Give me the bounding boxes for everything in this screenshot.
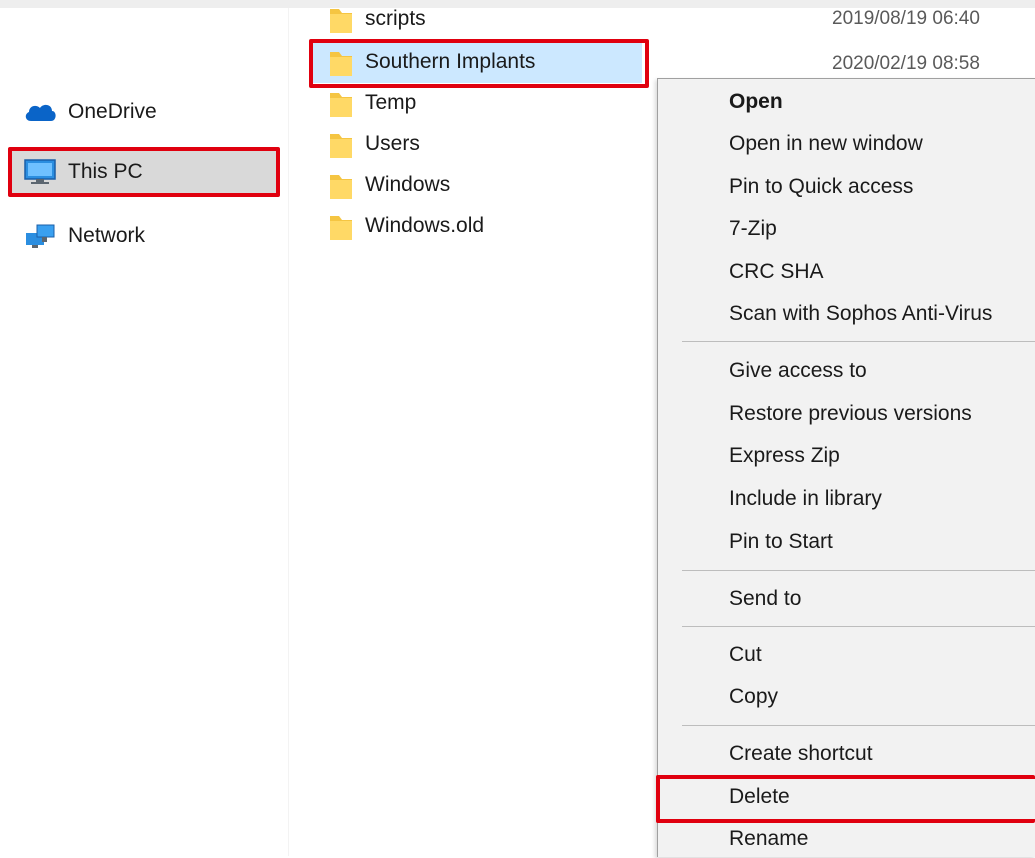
menu-item-label: Open in new window bbox=[729, 132, 923, 155]
menu-item-crc-sha[interactable]: CRC SHA bbox=[658, 251, 1035, 291]
file-name: Windows.old bbox=[365, 214, 485, 237]
menu-item-label: Delete bbox=[729, 785, 790, 808]
file-name: Windows bbox=[365, 173, 451, 196]
folder-icon bbox=[328, 171, 354, 201]
menu-item-label: Send to bbox=[729, 587, 802, 610]
menu-item-label: Copy bbox=[729, 685, 779, 708]
context-menu: Open Open in new window Pin to Quick acc… bbox=[657, 78, 1035, 857]
file-name: Users bbox=[365, 132, 420, 155]
menu-separator bbox=[682, 341, 1035, 342]
menu-separator bbox=[682, 626, 1035, 627]
menu-item-copy[interactable]: Copy bbox=[658, 676, 1035, 716]
menu-item-send-to[interactable]: Send to bbox=[658, 578, 1035, 618]
menu-item-label: Rename bbox=[729, 827, 809, 850]
menu-item-scan-sophos[interactable]: Scan with Sophos Anti-Virus bbox=[658, 293, 1035, 333]
menu-item-express-zip[interactable]: Express Zip bbox=[658, 435, 1035, 475]
menu-item-restore-previous-versions[interactable]: Restore previous versions bbox=[658, 393, 1035, 433]
file-row-windows-old[interactable]: Windows.old bbox=[0, 207, 655, 247]
menu-item-label: Create shortcut bbox=[729, 742, 873, 765]
menu-item-open-in-new-window[interactable]: Open in new window bbox=[658, 123, 1035, 163]
file-name: Temp bbox=[365, 91, 417, 114]
file-name: Southern Implants bbox=[365, 50, 536, 73]
file-row-temp[interactable]: Temp bbox=[0, 84, 655, 124]
menu-item-label: Restore previous versions bbox=[729, 402, 972, 425]
menu-item-include-in-library[interactable]: Include in library bbox=[658, 478, 1035, 518]
menu-item-create-shortcut[interactable]: Create shortcut bbox=[658, 733, 1035, 773]
menu-item-label: Pin to Quick access bbox=[729, 175, 914, 198]
menu-item-rename[interactable]: Rename bbox=[658, 818, 1035, 858]
file-date: 2020/02/19 08:58 bbox=[832, 53, 980, 74]
menu-item-label: Scan with Sophos Anti-Virus bbox=[729, 302, 993, 325]
file-name: scripts bbox=[365, 7, 426, 30]
menu-item-label: Pin to Start bbox=[729, 530, 833, 553]
folder-icon bbox=[328, 130, 354, 160]
menu-item-label: 7-Zip bbox=[729, 217, 777, 240]
folder-icon bbox=[328, 5, 354, 35]
folder-icon bbox=[328, 48, 354, 78]
menu-item-open[interactable]: Open bbox=[658, 81, 1035, 121]
file-row-scripts[interactable]: scripts 2019/08/19 06:40 bbox=[0, 0, 980, 40]
menu-separator bbox=[682, 725, 1035, 726]
menu-item-pin-to-quick-access[interactable]: Pin to Quick access bbox=[658, 166, 1035, 206]
menu-item-label: Include in library bbox=[729, 487, 882, 510]
menu-item-cut[interactable]: Cut bbox=[658, 634, 1035, 674]
file-row-users[interactable]: Users bbox=[0, 125, 655, 165]
menu-item-label: Express Zip bbox=[729, 444, 840, 467]
menu-item-label: Give access to bbox=[729, 359, 867, 382]
menu-item-label: CRC SHA bbox=[729, 260, 824, 283]
menu-item-give-access-to[interactable]: Give access to bbox=[658, 350, 1035, 390]
menu-item-7-zip[interactable]: 7-Zip bbox=[658, 208, 1035, 248]
file-row-southern-implants[interactable]: Southern Implants 2020/02/19 08:58 bbox=[0, 43, 980, 83]
folder-icon bbox=[328, 89, 354, 119]
menu-separator bbox=[682, 570, 1035, 571]
folder-icon bbox=[328, 212, 354, 242]
menu-item-label: Cut bbox=[729, 643, 762, 666]
menu-item-pin-to-start[interactable]: Pin to Start bbox=[658, 521, 1035, 561]
menu-item-delete[interactable]: Delete bbox=[658, 776, 1035, 816]
file-date: 2019/08/19 06:40 bbox=[832, 8, 980, 29]
file-row-windows[interactable]: Windows bbox=[0, 166, 655, 206]
menu-item-label: Open bbox=[729, 90, 783, 113]
